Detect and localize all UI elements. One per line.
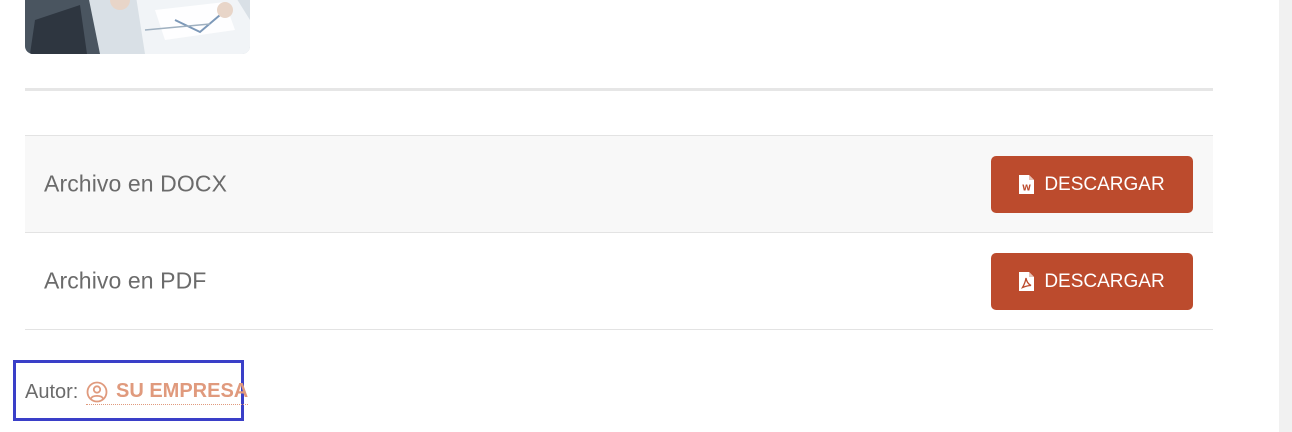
download-docx-button[interactable]: W DESCARGAR [991, 156, 1193, 213]
download-pdf-button[interactable]: DESCARGAR [991, 253, 1193, 310]
word-file-icon: W [1019, 175, 1035, 194]
pdf-file-icon [1019, 272, 1035, 291]
svg-text:W: W [1022, 184, 1031, 193]
download-button-label: DESCARGAR [1044, 270, 1165, 292]
author-label: Autor: [25, 381, 79, 403]
file-row-pdf: Archivo en PDF DESCARGAR [25, 232, 1213, 330]
download-button-label: DESCARGAR [1044, 173, 1165, 195]
article-image [25, 0, 250, 54]
file-downloads-table: Archivo en DOCX W DESCARGAR Archivo en P… [25, 135, 1213, 330]
scrollbar[interactable] [1279, 0, 1292, 432]
file-label: Archivo en DOCX [44, 170, 228, 197]
author-link[interactable]: SU EMPRESA [86, 380, 249, 405]
author-name: SU EMPRESA [116, 380, 249, 402]
section-divider [25, 88, 1213, 91]
file-row-docx: Archivo en DOCX W DESCARGAR [25, 135, 1213, 232]
file-label: Archivo en PDF [44, 267, 207, 294]
user-circle-icon [86, 381, 108, 402]
page: Archivo en DOCX W DESCARGAR Archivo en P… [0, 0, 1292, 432]
